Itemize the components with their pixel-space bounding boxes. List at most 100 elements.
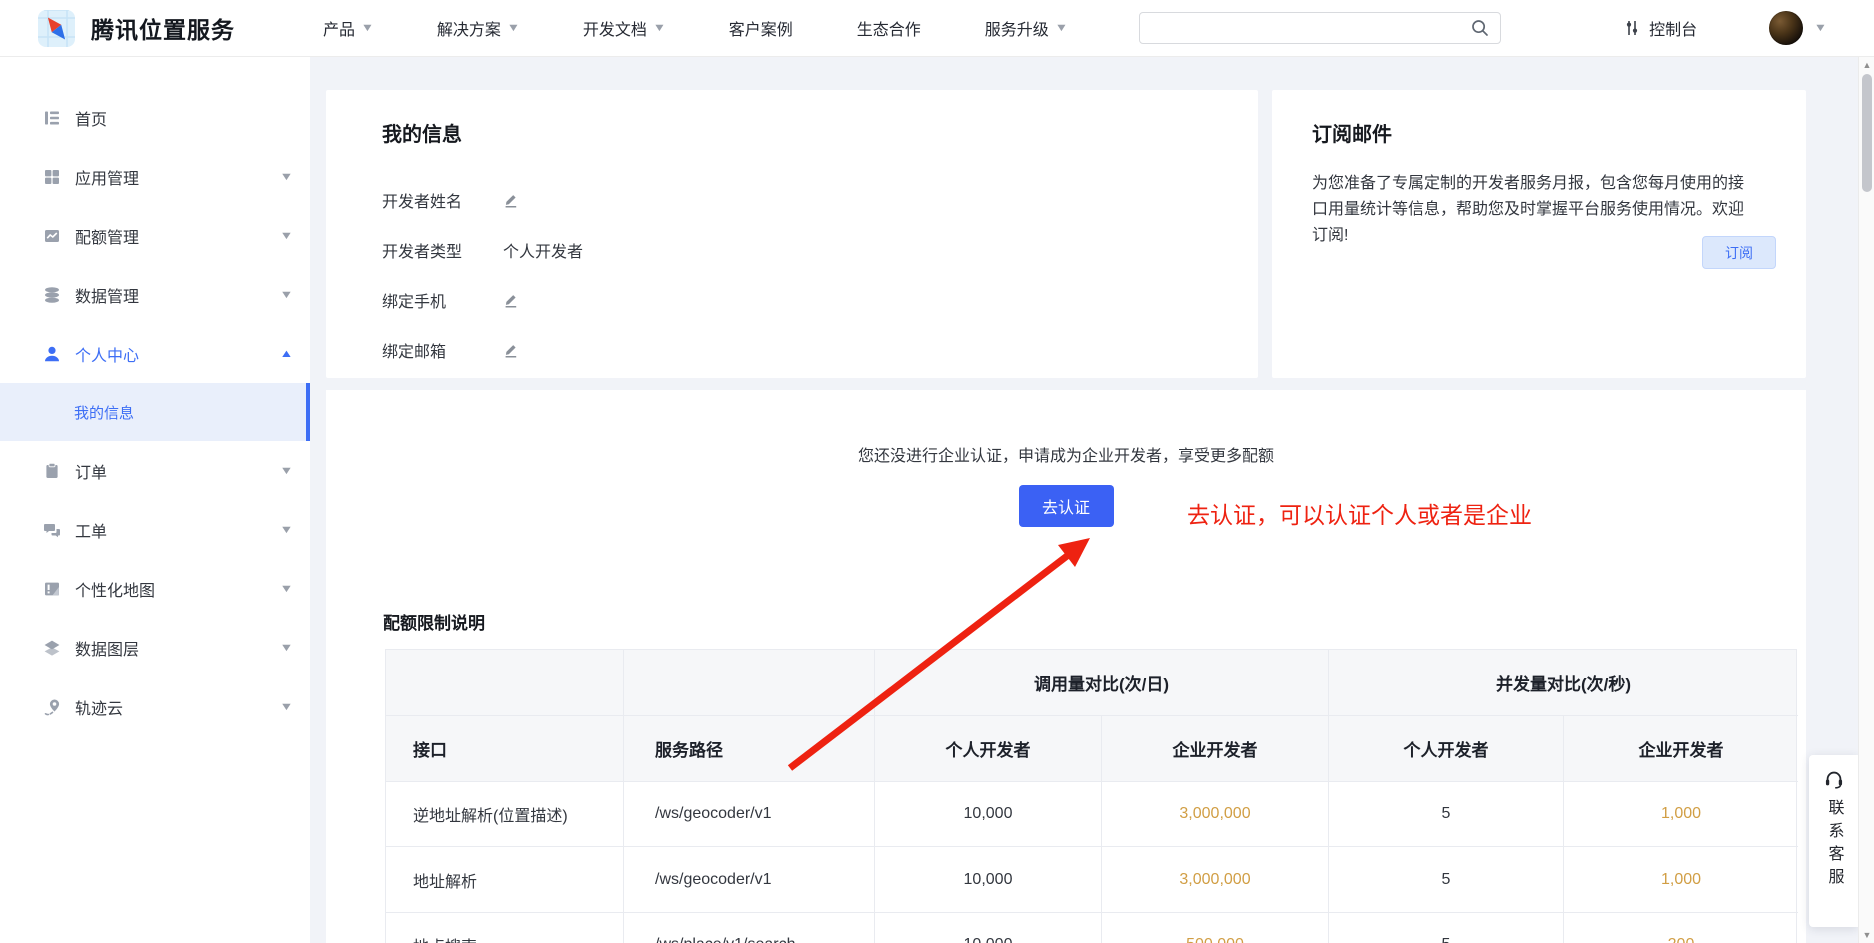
column-header: 企业开发者 (1563, 715, 1798, 781)
layers-icon (43, 639, 61, 657)
user-icon (43, 345, 61, 363)
field-label: 绑定邮箱 (382, 338, 503, 362)
nav-item-label: 客户案例 (729, 16, 793, 40)
database-icon (43, 286, 61, 304)
sidebar: 首页 应用管理 ▼ 配额管理 ▼ (0, 57, 310, 943)
nav-item-docs[interactable]: 开发文档 ▼ (583, 16, 665, 40)
sidebar-item-label: 个性化地图 (75, 577, 155, 601)
red-annotation-text: 去认证，可以认证个人或者是企业 (1187, 496, 1532, 530)
scrollbar-thumb[interactable] (1862, 74, 1872, 192)
headset-icon (1823, 768, 1845, 790)
subscribe-button[interactable]: 订阅 (1702, 236, 1776, 269)
nav-menu: 产品 ▼ 解决方案 ▼ 开发文档 ▼ 客户案例 生态合作 服务升级 ▼ (323, 16, 1131, 40)
sidebar-item-layers[interactable]: 数据图层 ▼ (0, 618, 310, 677)
compass-logo-icon (38, 10, 75, 47)
service-path-cell: /ws/geocoder/v1 (623, 781, 874, 846)
edit-pencil-icon[interactable] (503, 292, 519, 308)
scroll-down-arrow-icon[interactable]: ▼ (1859, 927, 1874, 943)
sidebar-subitem-my-info[interactable]: 我的信息 (0, 383, 310, 441)
sidebar-item-orders[interactable]: 订单 ▼ (0, 441, 310, 500)
profile-row-phone: 绑定手机 (382, 275, 1258, 325)
personal-qps-cell: 5 (1328, 846, 1563, 912)
profile-card-title: 我的信息 (382, 118, 1258, 147)
profile-row-email: 绑定邮箱 (382, 325, 1258, 375)
navbar-right: 控制台 ▼ (1623, 11, 1854, 45)
nav-item-label: 解决方案 (437, 16, 501, 40)
column-header: 企业开发者 (1101, 715, 1328, 781)
nav-item-products[interactable]: 产品 ▼ (323, 16, 373, 40)
empty-header-cell (386, 650, 623, 715)
field-label: 开发者类型 (382, 238, 503, 262)
profile-row-name: 开发者姓名 (382, 175, 1258, 225)
go-certify-button[interactable]: 去认证 (1019, 485, 1114, 527)
sidebar-item-tickets[interactable]: 工单 ▼ (0, 500, 310, 559)
apps-grid-icon (43, 168, 61, 186)
service-path-cell: /ws/geocoder/v1 (623, 846, 874, 912)
column-header: 服务路径 (623, 715, 874, 781)
sidebar-item-label: 应用管理 (75, 165, 139, 189)
profile-rows: 开发者姓名 开发者类型 个人开发者 绑定手机 (382, 175, 1258, 375)
chevron-down-icon: ▼ (279, 701, 293, 713)
field-label: 开发者姓名 (382, 188, 503, 212)
api-name-cell: 逆地址解析(位置描述) (386, 781, 623, 846)
sidebar-item-home[interactable]: 首页 (0, 88, 310, 147)
field-value: 个人开发者 (503, 238, 583, 262)
chevron-down-icon: ▼ (1054, 22, 1068, 34)
quota-chart-icon (43, 227, 61, 245)
table-row: 地点搜索 /ws/place/v1/search 10,000 500,000 … (386, 912, 1796, 943)
sidebar-item-track-cloud[interactable]: 轨迹云 ▼ (0, 677, 310, 736)
active-indicator-bar (306, 383, 310, 441)
enterprise-daily-cell: 500,000 (1101, 912, 1328, 943)
nav-item-label: 产品 (323, 16, 355, 40)
edit-pencil-icon[interactable] (503, 192, 519, 208)
nav-item-cases[interactable]: 客户案例 (729, 16, 793, 40)
chevron-up-icon: ▲ (279, 348, 293, 360)
group-header-qps: 并发量对比(次/秒) (1328, 650, 1798, 715)
chevron-down-icon: ▼ (279, 171, 293, 183)
avatar[interactable] (1769, 11, 1803, 45)
chevron-down-icon: ▼ (279, 289, 293, 301)
brand[interactable]: 腾讯位置服务 (38, 10, 235, 47)
search-icon[interactable] (1470, 18, 1490, 38)
enterprise-daily-cell: 3,000,000 (1101, 781, 1328, 846)
scroll-up-arrow-icon[interactable]: ▲ (1859, 57, 1874, 73)
chevron-down-icon: ▼ (279, 642, 293, 654)
quota-title: 配额限制说明 (383, 609, 485, 634)
sidebar-item-apps[interactable]: 应用管理 ▼ (0, 147, 310, 206)
enterprise-daily-cell: 3,000,000 (1101, 846, 1328, 912)
quota-table: 调用量对比(次/日) 并发量对比(次/秒) 接口 服务路径 个人开发者 企业开发… (385, 649, 1797, 943)
sidebar-item-label: 首页 (75, 106, 107, 130)
personal-daily-cell: 10,000 (874, 781, 1101, 846)
nav-item-solutions[interactable]: 解决方案 ▼ (437, 16, 519, 40)
main-content: 我的信息 开发者姓名 开发者类型 个人开发者 (310, 57, 1874, 943)
nav-item-ecosystem[interactable]: 生态合作 (857, 16, 921, 40)
chevron-down-icon: ▼ (361, 22, 375, 34)
subscribe-card: 订阅邮件 为您准备了专属定制的开发者服务月报，包含您每月使用的接口用量统计等信息… (1272, 90, 1806, 378)
edit-pencil-icon[interactable] (503, 342, 519, 358)
search-input[interactable] (1140, 14, 1470, 42)
chevron-down-icon: ▼ (279, 583, 293, 595)
sidebar-item-label: 订单 (75, 459, 107, 483)
sidebar-item-label: 数据管理 (75, 283, 139, 307)
personal-daily-cell: 10,000 (874, 846, 1101, 912)
vertical-scrollbar[interactable]: ▲ ▼ (1858, 57, 1874, 943)
sidebar-item-label: 数据图层 (75, 636, 139, 660)
sidebar-item-quota[interactable]: 配额管理 ▼ (0, 206, 310, 265)
sidebar-item-label: 轨迹云 (75, 695, 123, 719)
column-header: 接口 (386, 715, 623, 781)
chevron-down-icon: ▼ (652, 22, 666, 34)
sidebar-item-label: 工单 (75, 518, 107, 542)
sidebar-item-label: 个人中心 (75, 342, 139, 366)
table-header-row: 接口 服务路径 个人开发者 企业开发者 个人开发者 企业开发者 (386, 715, 1796, 781)
sidebar-item-profile[interactable]: 个人中心 ▲ (0, 324, 310, 383)
sidebar-item-data[interactable]: 数据管理 ▼ (0, 265, 310, 324)
table-row: 地址解析 /ws/geocoder/v1 10,000 3,000,000 5 … (386, 846, 1796, 912)
console-label: 控制台 (1649, 16, 1697, 40)
column-header: 个人开发者 (874, 715, 1101, 781)
nav-item-label: 服务升级 (985, 16, 1049, 40)
sidebar-item-custom-map[interactable]: 个性化地图 ▼ (0, 559, 310, 618)
chevron-down-icon[interactable]: ▼ (1814, 22, 1828, 34)
contact-support-tab[interactable]: 联系客服 (1809, 755, 1858, 927)
nav-item-upgrade[interactable]: 服务升级 ▼ (985, 16, 1067, 40)
console-link[interactable]: 控制台 (1623, 16, 1697, 40)
